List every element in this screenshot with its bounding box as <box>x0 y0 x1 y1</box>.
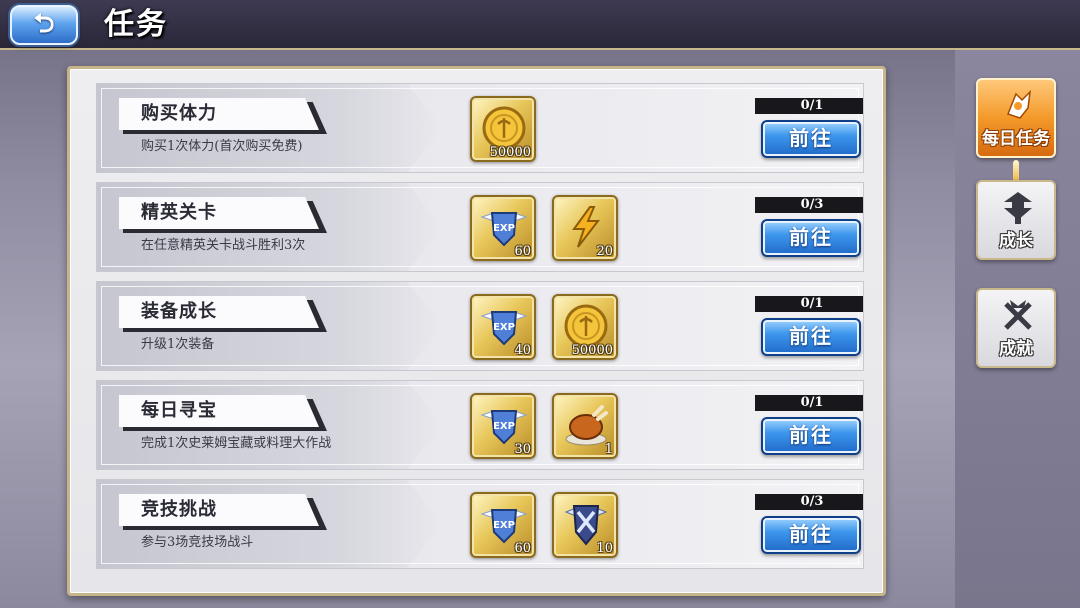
reward-item[interactable]: 20 <box>552 195 618 261</box>
go-button[interactable]: 前往 <box>761 120 861 158</box>
progress-counter: 0/1 <box>755 98 863 114</box>
task-description: 升级1次装备 <box>141 337 215 352</box>
reward-item[interactable]: 50000 <box>470 96 536 162</box>
task-description: 完成1次史莱姆宝藏或料理大作战 <box>141 436 332 451</box>
task-description: 在任意精英关卡战斗胜利3次 <box>141 238 306 253</box>
reward-count: 50000 <box>489 145 531 160</box>
task-name: 每日寻宝 <box>141 400 217 421</box>
task-name: 购买体力 <box>141 103 217 124</box>
task-row: 装备成长 升级1次装备 EXP 40 50000 0/1 前往 <box>96 281 864 371</box>
growth-icon <box>1004 192 1032 224</box>
svg-text:EXP: EXP <box>493 223 515 234</box>
reward-item[interactable]: EXP 30 <box>470 393 536 459</box>
go-button[interactable]: 前往 <box>761 417 861 455</box>
task-row: 竞技挑战 参与3场竞技场战斗 EXP 60 10 0/3 前往 <box>96 479 864 569</box>
reward-count: 10 <box>596 541 613 556</box>
tab-growth[interactable]: 成长 <box>976 180 1056 260</box>
tab-label: 每日任务 <box>982 129 1050 149</box>
reward-item[interactable]: 10 <box>552 492 618 558</box>
reward-count: 60 <box>514 244 531 259</box>
task-row: 精英关卡 在任意精英关卡战斗胜利3次 EXP 60 20 0/3 前往 <box>96 182 864 272</box>
progress-counter: 0/1 <box>755 296 863 312</box>
reward-count: 30 <box>514 442 531 457</box>
reward-count: 1 <box>604 442 613 457</box>
task-name: 竞技挑战 <box>141 499 217 520</box>
task-list-panel: 购买体力 购买1次体力(首次购买免费) 50000 0/1 前往 精英关卡 在任… <box>67 66 886 596</box>
svg-text:EXP: EXP <box>493 322 515 333</box>
task-row: 购买体力 购买1次体力(首次购买免费) 50000 0/1 前往 <box>96 83 864 173</box>
reward-item[interactable]: EXP 40 <box>470 294 536 360</box>
back-button[interactable]: ⮌ <box>10 5 78 45</box>
progress-counter: 0/3 <box>755 197 863 213</box>
go-button[interactable]: 前往 <box>761 219 861 257</box>
go-button[interactable]: 前往 <box>761 318 861 356</box>
task-description: 购买1次体力(首次购买免费) <box>141 139 303 154</box>
progress-counter: 0/1 <box>755 395 863 411</box>
svg-text:EXP: EXP <box>493 520 515 531</box>
daily-task-icon <box>1007 89 1032 119</box>
achievement-icon <box>1004 300 1032 330</box>
reward-item[interactable]: EXP 60 <box>470 492 536 558</box>
back-arrow-icon: ⮌ <box>33 9 55 39</box>
page-title: 任务 <box>104 7 168 42</box>
reward-item[interactable]: 50000 <box>552 294 618 360</box>
go-button[interactable]: 前往 <box>761 516 861 554</box>
reward-count: 40 <box>514 343 531 358</box>
task-name: 装备成长 <box>141 301 217 322</box>
svg-text:EXP: EXP <box>493 421 515 432</box>
tab-label: 成就 <box>999 339 1033 359</box>
progress-counter: 0/3 <box>755 494 863 510</box>
tab-connector <box>1013 160 1019 182</box>
reward-item[interactable]: EXP 60 <box>470 195 536 261</box>
tab-label: 成长 <box>999 231 1033 251</box>
reward-count: 50000 <box>571 343 613 358</box>
reward-item[interactable]: 1 <box>552 393 618 459</box>
tab-daily-tasks[interactable]: 每日任务 <box>976 78 1056 158</box>
reward-count: 20 <box>596 244 613 259</box>
tab-achievement[interactable]: 成就 <box>976 288 1056 368</box>
task-row: 每日寻宝 完成1次史莱姆宝藏或料理大作战 EXP 30 1 0/1 前往 <box>96 380 864 470</box>
reward-count: 60 <box>514 541 531 556</box>
task-description: 参与3场竞技场战斗 <box>141 535 254 550</box>
top-bar: ⮌ 任务 <box>0 0 1080 50</box>
task-name: 精英关卡 <box>141 202 217 223</box>
